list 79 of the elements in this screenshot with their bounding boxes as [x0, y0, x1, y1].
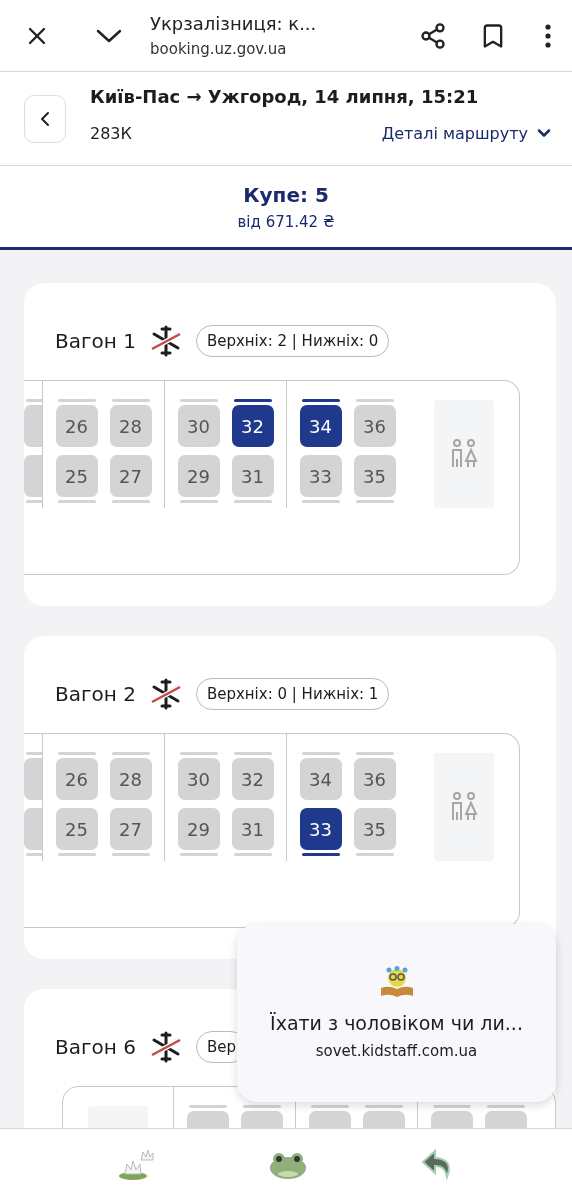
crossed-snowflake-icon	[149, 324, 182, 358]
berth-bar	[432, 1105, 471, 1108]
route-details-link[interactable]: Деталі маршруту	[381, 123, 554, 143]
seat-button[interactable]: 34	[299, 405, 342, 447]
seat-button[interactable]: 33	[299, 808, 342, 850]
berth-bar	[57, 853, 96, 856]
berth-bar	[57, 500, 96, 503]
seat-button[interactable]: 25	[55, 455, 98, 497]
berth-bar	[179, 853, 218, 856]
share-icon	[419, 21, 447, 50]
seat-button[interactable]: 32	[231, 758, 274, 800]
berth-bar	[355, 399, 394, 402]
berth-bar	[111, 500, 150, 503]
berth-bar	[301, 853, 340, 856]
seat-button[interactable]: 35	[353, 455, 396, 497]
popup-url: sovet.kidstaff.com.ua	[315, 1042, 478, 1060]
back-button[interactable]	[24, 94, 66, 143]
berth-bar	[301, 500, 340, 503]
berth-bar	[486, 1105, 525, 1108]
berth-bar	[179, 500, 218, 503]
seat-button[interactable]: 27	[109, 455, 152, 497]
train-number: 283К	[90, 123, 132, 143]
berth-bar	[355, 853, 394, 856]
seat-button[interactable]: 31	[231, 808, 274, 850]
route-title: Київ-Пас → Ужгород, 14 липня, 15:21	[90, 86, 480, 107]
page-title: Укрзалізниця: к...	[150, 13, 318, 34]
berth-bar	[188, 1105, 227, 1108]
seat-button[interactable]: 32	[231, 405, 274, 447]
seat-button[interactable]: 30	[177, 405, 220, 447]
seat-button[interactable]: 26	[55, 405, 98, 447]
berth-bar	[301, 399, 340, 402]
water-lily-icon	[117, 1147, 155, 1182]
berth-bar	[233, 853, 272, 856]
berth-bar	[233, 399, 272, 402]
link-preview-popup[interactable]: Їхати з чоловіком чи ли... sovet.kidstaff.com.ua	[237, 924, 556, 1102]
share-button[interactable]	[418, 20, 448, 51]
berth-bar	[111, 853, 150, 856]
seat-button[interactable]: 26	[55, 758, 98, 800]
tab-price: від 671.42 ₴	[237, 212, 335, 231]
berth-bar	[355, 752, 394, 755]
berth-bar	[111, 752, 150, 755]
restroom-icon	[449, 792, 479, 822]
seat-button[interactable]: 30	[177, 758, 220, 800]
berth-bar	[179, 752, 218, 755]
berth-bar	[355, 500, 394, 503]
berth-bar	[57, 752, 96, 755]
popup-title: Їхати з чоловіком чи ли...	[270, 1012, 523, 1034]
seat-button[interactable]: 36	[353, 758, 396, 800]
berth-bar	[242, 1105, 281, 1108]
seat-button[interactable]: 28	[109, 405, 152, 447]
berth-bar	[233, 500, 272, 503]
more-icon	[545, 23, 551, 48]
berth-bar	[111, 399, 150, 402]
seat-button[interactable]: 35	[353, 808, 396, 850]
seat-button[interactable]: 34	[299, 758, 342, 800]
seat-button[interactable]: 27	[109, 808, 152, 850]
wagon-title: Вагон 1	[55, 329, 136, 353]
seat-button[interactable]: 28	[109, 758, 152, 800]
seat-button[interactable]: 31	[231, 455, 274, 497]
seat-button[interactable]: 33	[299, 455, 342, 497]
restroom-icon	[449, 439, 479, 469]
crossed-snowflake-icon	[149, 1030, 182, 1064]
berth-bar	[179, 399, 218, 402]
seat-button[interactable]: 29	[177, 808, 220, 850]
berth-bar	[301, 752, 340, 755]
seat-button[interactable]: 36	[353, 405, 396, 447]
berth-bar	[364, 1105, 403, 1108]
wagon-title: Вагон 6	[55, 1035, 136, 1059]
book-icon	[378, 966, 415, 998]
berth-bar	[310, 1105, 349, 1108]
berth-bar	[57, 399, 96, 402]
berth-bar	[233, 752, 272, 755]
seat-button[interactable]: 29	[177, 455, 220, 497]
seat-button[interactable]: 25	[55, 808, 98, 850]
tab-label: Купе: 5	[243, 182, 329, 207]
wagon-title: Вагон 2	[55, 682, 136, 706]
page-url: booking.uz.gov.ua	[150, 40, 288, 58]
chevron-down-icon	[96, 28, 122, 43]
crossed-snowflake-icon	[149, 677, 182, 711]
